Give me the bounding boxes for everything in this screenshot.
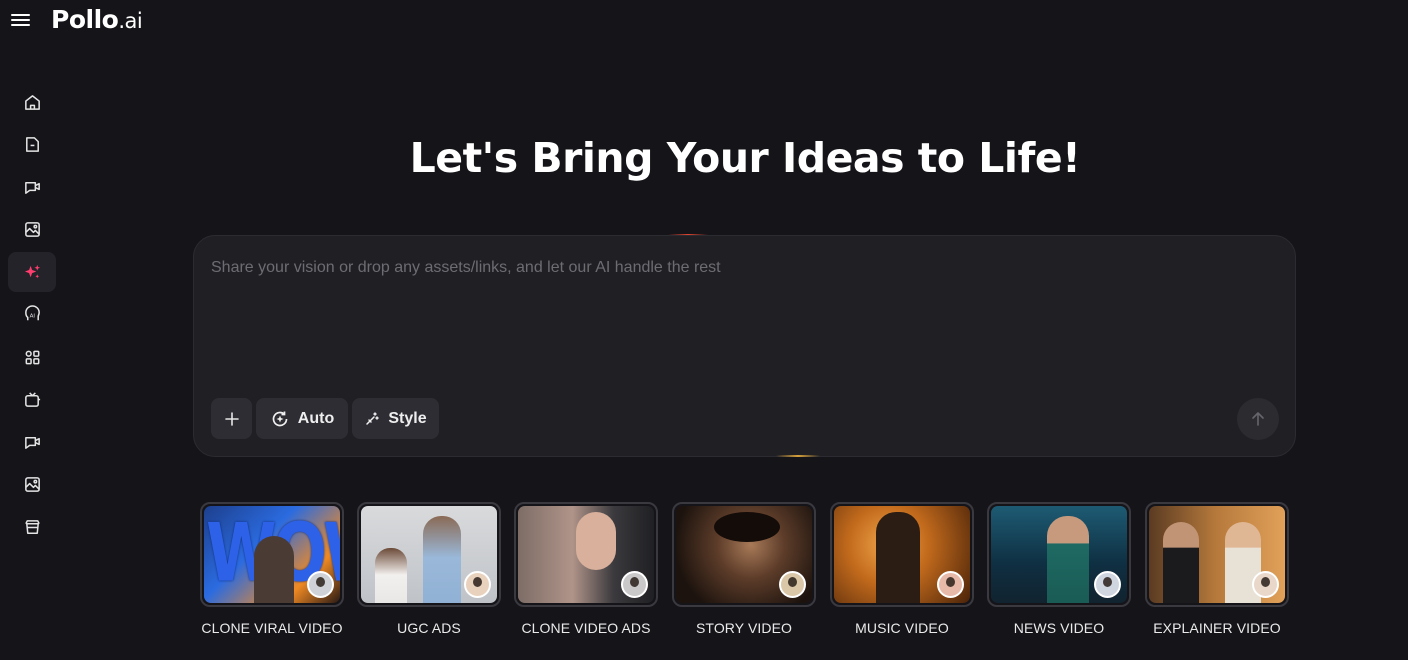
template-card-music-video[interactable]: MUSIC VIDEO <box>830 502 974 636</box>
template-thumbnail <box>830 502 974 607</box>
auto-mode-icon <box>272 411 288 426</box>
image-gallery-2-icon <box>24 476 40 492</box>
top-bar: Pollo.ai <box>0 0 1408 44</box>
thumbnail-figure <box>375 548 407 603</box>
style-button[interactable]: Style <box>352 398 439 439</box>
thumbnail-figure <box>1163 522 1199 603</box>
hamburger-menu-icon[interactable] <box>10 10 32 30</box>
template-label: STORY VIDEO <box>695 620 793 636</box>
thumbnail-figure <box>576 512 616 570</box>
add-asset-button[interactable] <box>211 398 252 439</box>
plus-icon <box>224 411 239 426</box>
template-card-clone-video-ads[interactable]: CLONE VIDEO ADS <box>514 502 658 636</box>
apps-grid-icon <box>25 350 39 364</box>
template-card-clone-viral-video[interactable]: WOW CLONE VIRAL VIDEO <box>200 502 344 636</box>
svg-text:AI: AI <box>29 313 35 319</box>
page-title: Let's Bring Your Ideas to Life! <box>409 134 1081 182</box>
tv-icon <box>24 391 40 407</box>
template-label: CLONE VIDEO ADS <box>521 620 651 636</box>
sidebar-item-video-chat-2[interactable] <box>8 422 56 462</box>
sidebar-item-image-2[interactable] <box>8 464 56 504</box>
thumbnail-figure <box>1047 516 1089 603</box>
send-button[interactable] <box>1237 398 1279 440</box>
avatar <box>779 571 806 598</box>
avatar <box>307 571 334 598</box>
template-cards: WOW CLONE VIRAL VIDEO UGC ADS CLONE VIDE… <box>0 502 1408 652</box>
magic-wand-icon <box>366 411 380 425</box>
logo-suffix-text: .ai <box>118 9 143 33</box>
arrow-up-icon <box>1252 412 1264 426</box>
template-thumbnail: WOW <box>200 502 344 607</box>
template-card-news-video[interactable]: NEWS VIDEO <box>987 502 1131 636</box>
template-label: NEWS VIDEO <box>1013 620 1105 636</box>
template-label: MUSIC VIDEO <box>855 620 949 636</box>
template-thumbnail <box>672 502 816 607</box>
avatar <box>621 571 648 598</box>
avatar <box>1094 571 1121 598</box>
template-thumbnail <box>987 502 1131 607</box>
home-icon <box>24 94 40 110</box>
sidebar-item-image[interactable] <box>8 209 56 249</box>
avatar <box>937 571 964 598</box>
sidebar-item-create[interactable] <box>8 252 56 292</box>
prompt-input[interactable] <box>211 256 1271 280</box>
sidebar-item-ai-avatar[interactable]: AI <box>8 294 56 334</box>
template-card-explainer-video[interactable]: EXPLAINER VIDEO <box>1145 502 1289 636</box>
sidebar-item-tv[interactable] <box>8 379 56 419</box>
prompt-box: Auto Style <box>193 235 1296 457</box>
sparkle-icon <box>24 264 40 278</box>
style-label: Style <box>388 409 427 427</box>
sidebar-item-apps[interactable] <box>8 337 56 377</box>
video-chat-2-icon <box>24 436 40 449</box>
template-label: EXPLAINER VIDEO <box>1153 620 1281 636</box>
template-label: CLONE VIRAL VIDEO <box>201 620 343 636</box>
thumbnail-figure <box>254 536 294 603</box>
pollo-logo[interactable]: Pollo.ai <box>51 5 143 34</box>
thumbnail-figure <box>876 512 920 603</box>
auto-mode-button[interactable]: Auto <box>256 398 348 439</box>
sidebar-item-home[interactable] <box>8 82 56 122</box>
auto-mode-label: Auto <box>297 409 335 427</box>
template-thumbnail <box>1145 502 1289 607</box>
template-label: UGC ADS <box>397 620 461 636</box>
thumbnail-figure <box>714 512 780 542</box>
template-thumbnail <box>357 502 501 607</box>
avatar <box>1252 571 1279 598</box>
template-card-story-video[interactable]: STORY VIDEO <box>672 502 816 636</box>
prompt-glow-bottom <box>776 455 820 457</box>
ai-head-icon: AI <box>24 304 40 320</box>
template-card-ugc-ads[interactable]: UGC ADS <box>357 502 501 636</box>
logo-main-text: Pollo <box>51 5 119 34</box>
avatar <box>464 571 491 598</box>
template-thumbnail <box>514 502 658 607</box>
image-gallery-icon <box>24 221 40 237</box>
thumbnail-figure <box>423 516 461 603</box>
